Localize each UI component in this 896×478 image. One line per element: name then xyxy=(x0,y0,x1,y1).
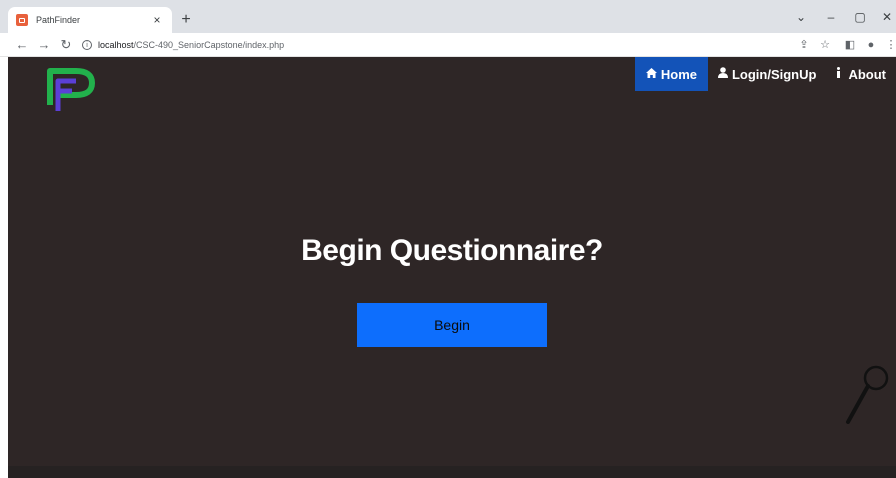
share-icon[interactable]: ⇪ xyxy=(797,37,811,53)
site-info-icon[interactable]: i xyxy=(82,40,92,50)
forward-icon[interactable]: → xyxy=(36,36,52,54)
reload-icon[interactable]: ↻ xyxy=(58,36,74,54)
tab-close-icon[interactable]: × xyxy=(150,13,164,27)
tab-search-icon[interactable]: ⌄ xyxy=(794,10,808,24)
nav-login[interactable]: Login/SignUp xyxy=(708,57,826,91)
new-tab-button[interactable]: + xyxy=(178,10,194,30)
minimize-icon[interactable]: – xyxy=(824,10,838,24)
browser-tab[interactable]: PathFinder × xyxy=(8,7,172,33)
pathfinder-logo[interactable] xyxy=(46,67,98,113)
info-icon xyxy=(836,67,841,81)
favicon-icon xyxy=(16,14,28,26)
page-title: Begin Questionnaire? xyxy=(301,234,603,267)
nav-about[interactable]: About xyxy=(826,57,896,91)
url-path: /CSC-490_SeniorCapstone/index.php xyxy=(133,40,285,50)
user-icon xyxy=(717,67,728,81)
nav-about-label: About xyxy=(848,66,886,82)
magnifier-icon xyxy=(846,365,889,424)
nav-home-label: Home xyxy=(660,66,698,82)
begin-button[interactable]: Begin xyxy=(357,303,547,347)
home-icon xyxy=(645,67,657,81)
profile-icon[interactable]: ● xyxy=(864,37,878,53)
address-bar[interactable]: i localhost /CSC-490_SeniorCapstone/inde… xyxy=(82,36,782,54)
menu-icon[interactable]: ⋮ xyxy=(884,37,896,53)
nav-home[interactable]: Home xyxy=(634,57,708,91)
page-footer xyxy=(8,466,896,478)
page-body: Home Login/SignUp About Begin Questionna… xyxy=(8,57,896,478)
maximize-icon[interactable]: ▢ xyxy=(853,10,867,24)
side-panel-icon[interactable]: ◧ xyxy=(843,37,857,53)
url-host: localhost xyxy=(98,40,134,50)
site-nav: Home Login/SignUp About xyxy=(634,57,896,91)
bookmark-star-icon[interactable]: ☆ xyxy=(818,37,832,53)
back-icon[interactable]: ← xyxy=(14,36,30,54)
close-window-icon[interactable]: ✕ xyxy=(880,10,894,24)
browser-toolbar: ← → ↻ i localhost /CSC-490_SeniorCapston… xyxy=(0,33,896,57)
tab-title: PathFinder xyxy=(36,15,81,25)
nav-login-label: Login/SignUp xyxy=(731,66,817,82)
browser-tabstrip: PathFinder × + ⌄ – ▢ ✕ xyxy=(0,0,896,33)
